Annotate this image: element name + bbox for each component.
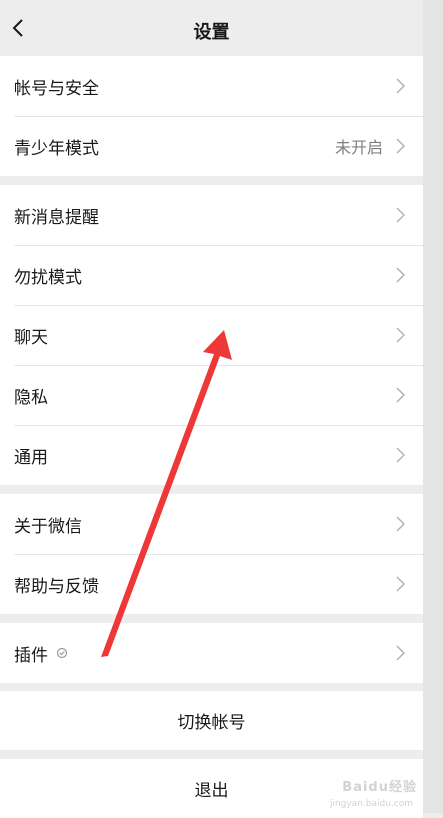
settings-item-new-message-alerts[interactable]: 新消息提醒 <box>0 185 423 245</box>
plugin-icon <box>56 647 68 659</box>
chevron-right-icon <box>396 576 405 592</box>
settings-item-about-wechat[interactable]: 关于微信 <box>0 494 423 554</box>
chevron-right-icon <box>396 138 405 154</box>
navigation-bar: 设置 <box>0 0 423 56</box>
settings-group-notifications: 新消息提醒 勿扰模式 聊天 隐私 通用 <box>0 185 423 485</box>
chevron-right-icon <box>396 516 405 532</box>
settings-item-plugins[interactable]: 插件 <box>0 623 423 683</box>
settings-item-help-feedback[interactable]: 帮助与反馈 <box>0 554 423 614</box>
chevron-right-icon <box>396 78 405 94</box>
chevron-right-icon <box>396 207 405 223</box>
settings-item-label: 帮助与反馈 <box>14 576 99 597</box>
settings-item-privacy[interactable]: 隐私 <box>0 365 423 425</box>
settings-item-label: 插件 <box>14 645 48 666</box>
settings-item-label: 勿扰模式 <box>14 267 82 288</box>
settings-group-account: 帐号与安全 青少年模式 未开启 <box>0 56 423 176</box>
settings-item-teen-mode[interactable]: 青少年模式 未开启 <box>0 116 423 176</box>
chevron-right-icon <box>396 327 405 343</box>
settings-item-label: 关于微信 <box>14 516 82 537</box>
chevron-right-icon <box>396 387 405 403</box>
settings-item-label: 青少年模式 <box>14 138 99 159</box>
switch-account-button[interactable]: 切换帐号 <box>0 691 423 750</box>
settings-item-label: 隐私 <box>14 387 48 408</box>
settings-item-account-security[interactable]: 帐号与安全 <box>0 56 423 116</box>
watermark-logo: Baidu经验 <box>342 780 417 795</box>
settings-item-label: 新消息提醒 <box>14 207 99 228</box>
settings-item-label: 聊天 <box>14 327 48 348</box>
settings-group-plugins: 插件 <box>0 623 423 683</box>
watermark-url: jingyan.baidu.com <box>329 799 413 809</box>
settings-item-general[interactable]: 通用 <box>0 425 423 485</box>
scrollbar-track <box>423 0 443 813</box>
settings-item-do-not-disturb[interactable]: 勿扰模式 <box>0 245 423 305</box>
settings-group-about: 关于微信 帮助与反馈 <box>0 494 423 614</box>
chevron-right-icon <box>396 447 405 463</box>
settings-item-label: 通用 <box>14 447 48 468</box>
page-title: 设置 <box>193 22 230 43</box>
settings-item-chat[interactable]: 聊天 <box>0 305 423 365</box>
teen-mode-status: 未开启 <box>334 138 383 157</box>
settings-item-label: 帐号与安全 <box>14 78 99 99</box>
chevron-right-icon <box>396 267 405 283</box>
chevron-right-icon <box>396 645 405 661</box>
